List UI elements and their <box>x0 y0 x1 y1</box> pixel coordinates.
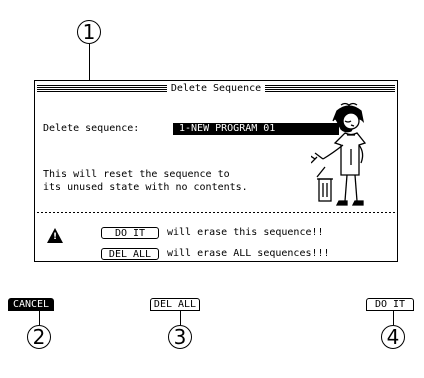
title-stripes-right <box>265 85 395 93</box>
callout-3: 3 <box>168 325 192 349</box>
warning-triangle-icon: ! <box>47 228 63 243</box>
cleaning-lady-icon <box>311 102 367 206</box>
do-it-description: will erase this sequence!! <box>167 227 324 238</box>
callout-1: 1 <box>77 20 101 44</box>
callout-4-leader <box>393 311 395 325</box>
delete-sequence-dialog: Delete Sequence Delete sequence: 1-NEW P… <box>34 80 398 262</box>
del-all-key-label: DEL ALL <box>101 248 159 260</box>
do-it-softkey[interactable]: DO IT <box>366 298 414 311</box>
title-stripes-left <box>37 85 167 93</box>
cancel-softkey[interactable]: CANCEL <box>8 298 54 311</box>
dialog-titlebar: Delete Sequence <box>37 83 395 95</box>
del-all-description: will erase ALL sequences!!! <box>167 248 330 259</box>
callout-4: 4 <box>381 325 405 349</box>
lcd-screen: Delete Sequence Delete sequence: 1-NEW P… <box>34 80 398 292</box>
dialog-separator <box>37 212 395 213</box>
message-line-2: its unused state with no contents. <box>43 182 248 193</box>
callout-2: 2 <box>27 325 51 349</box>
dialog-title: Delete Sequence <box>170 83 262 94</box>
callout-3-leader <box>180 311 182 325</box>
del-all-softkey[interactable]: DEL ALL <box>150 298 200 311</box>
delete-sequence-label: Delete sequence: <box>43 123 140 134</box>
callout-2-leader <box>39 311 41 325</box>
do-it-key-label: DO IT <box>101 227 159 239</box>
message-line-1: This will reset the sequence to <box>43 169 230 180</box>
